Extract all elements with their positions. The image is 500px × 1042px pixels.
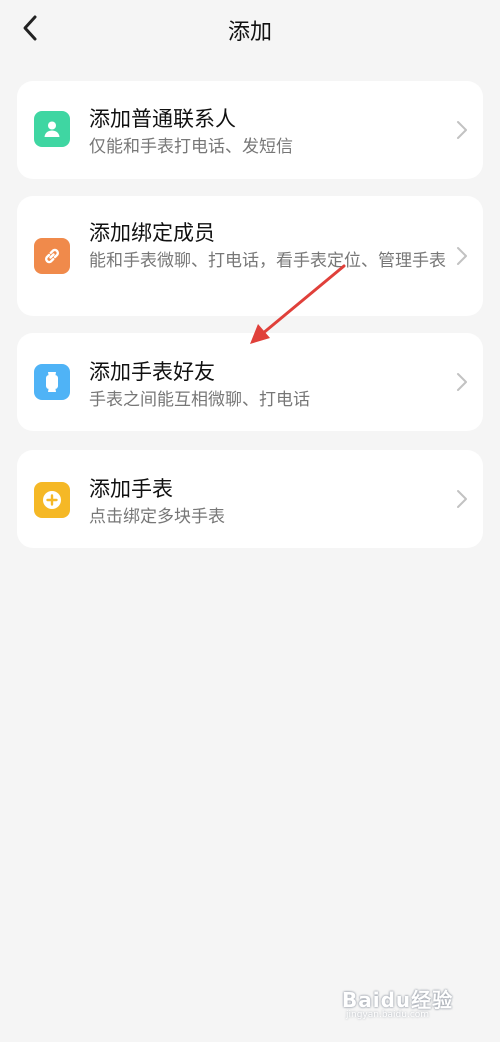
top-bar: 添加 <box>0 0 500 60</box>
contact-icon <box>34 111 70 147</box>
card-title: 添加绑定成员 <box>89 221 215 245</box>
add-watch-card[interactable]: 添加手表 点击绑定多块手表 <box>17 450 483 548</box>
add-contact-card[interactable]: 添加普通联系人 仅能和手表打电话、发短信 <box>17 81 483 179</box>
watermark-url: jingyan.baidu.com <box>346 1010 430 1020</box>
watermark-brand: Baidu经验 <box>342 988 454 1012</box>
card-title: 添加普通联系人 <box>89 107 236 131</box>
plus-circle-icon <box>34 482 70 518</box>
watch-icon <box>34 364 70 400</box>
card-description: 能和手表微聊、打电话，看手表定位、管理手表 <box>89 251 446 271</box>
add-watch-friend-card[interactable]: 添加手表好友 手表之间能互相微聊、打电话 <box>17 333 483 431</box>
chevron-right-icon <box>457 490 467 508</box>
card-description: 仅能和手表打电话、发短信 <box>89 137 293 157</box>
chevron-right-icon <box>457 121 467 139</box>
card-description: 点击绑定多块手表 <box>89 507 225 527</box>
link-icon <box>34 238 70 274</box>
baidu-watermark: Baidu经验 jingyan.baidu.com <box>342 980 482 1024</box>
card-title: 添加手表 <box>89 477 173 501</box>
add-bound-member-card[interactable]: 添加绑定成员 能和手表微聊、打电话，看手表定位、管理手表 <box>17 196 483 316</box>
page-title: 添加 <box>227 20 272 45</box>
chevron-right-icon <box>457 247 467 265</box>
card-title: 添加手表好友 <box>89 360 215 384</box>
chevron-right-icon <box>457 373 467 391</box>
card-description: 手表之间能互相微聊、打电话 <box>89 390 310 410</box>
